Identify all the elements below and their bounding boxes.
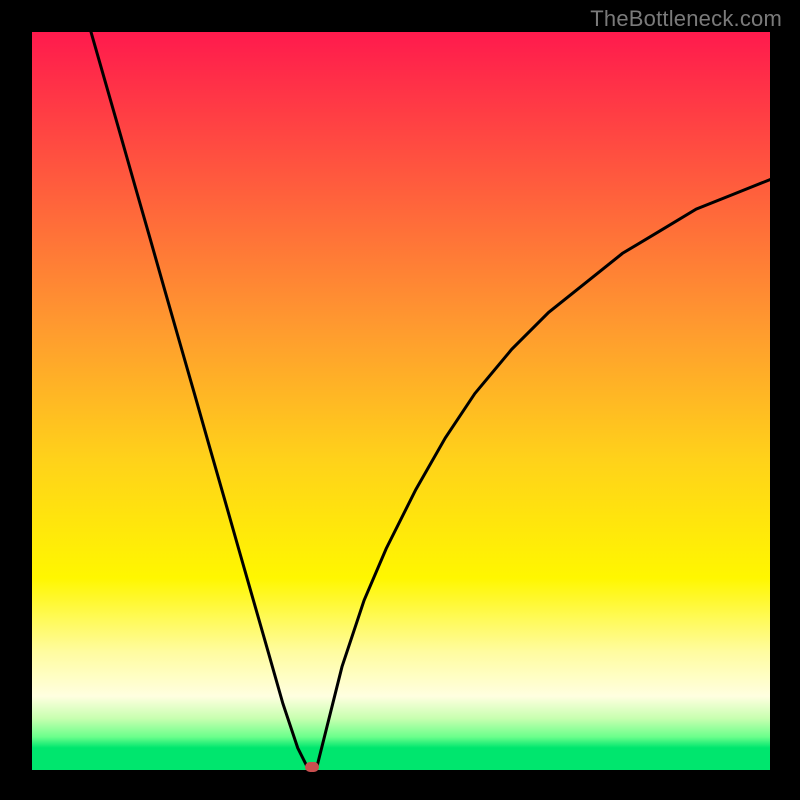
- optimal-marker: [305, 762, 319, 772]
- bottleneck-curve: [32, 32, 770, 770]
- chart-frame: TheBottleneck.com: [0, 0, 800, 800]
- watermark-text: TheBottleneck.com: [590, 6, 782, 32]
